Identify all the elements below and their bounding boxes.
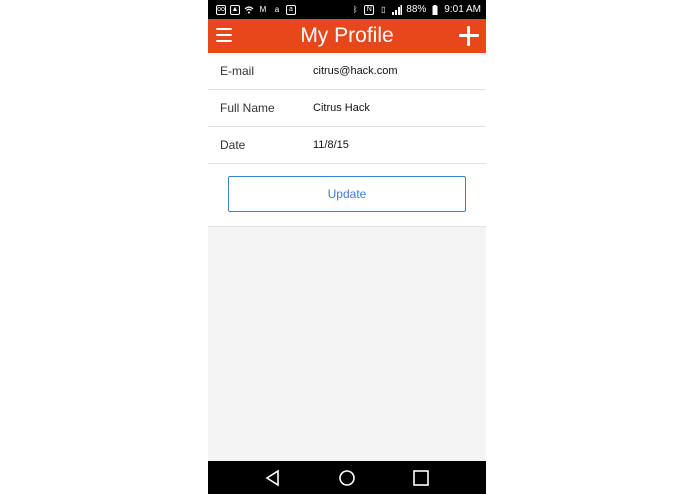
signal-icon: [392, 4, 403, 15]
back-icon[interactable]: [264, 469, 282, 487]
app-bar: My Profile: [208, 19, 486, 53]
status-right: ᛒ N ▯ 88% 9:01 AM: [350, 4, 481, 15]
update-button-row: Update: [208, 164, 486, 227]
phone-screen: oo ▲ M a a ᛒ N ▯ 88% 9:01 AM My Profile …: [208, 0, 486, 494]
bluetooth-icon: ᛒ: [352, 4, 358, 14]
profile-list: E-mail citrus@hack.com Full Name Citrus …: [208, 53, 486, 227]
email-label: E-mail: [220, 64, 255, 78]
profile-row-full-name: Full Name Citrus Hack: [208, 90, 486, 127]
full-name-value: Citrus Hack: [313, 102, 370, 114]
profile-row-email: E-mail citrus@hack.com: [208, 53, 486, 90]
date-label: Date: [220, 138, 246, 152]
amazon-box-icon: a: [286, 4, 296, 15]
recents-icon[interactable]: [412, 469, 430, 487]
navigation-bar: [208, 461, 486, 494]
amazon-icon: a: [274, 4, 280, 14]
wifi-icon: [244, 5, 254, 15]
voicemail-icon: oo: [216, 4, 226, 15]
battery-percent: 88%: [406, 4, 427, 15]
full-name-label: Full Name: [220, 101, 275, 115]
home-icon[interactable]: [338, 469, 356, 487]
battery-icon: [430, 4, 440, 15]
profile-row-date: Date 11/8/15: [208, 127, 486, 164]
vibrate-icon: ▯: [381, 4, 386, 14]
page-title: My Profile: [300, 24, 394, 47]
menu-icon[interactable]: [216, 28, 232, 44]
nfc-icon: N: [364, 4, 375, 15]
status-time: 9:01 AM: [444, 4, 481, 15]
email-value: citrus@hack.com: [313, 65, 398, 77]
update-button[interactable]: Update: [228, 176, 466, 212]
gmail-icon: M: [259, 4, 267, 14]
add-icon[interactable]: [459, 26, 479, 46]
status-left: oo ▲ M a a: [216, 4, 296, 15]
date-value: 11/8/15: [313, 139, 349, 151]
status-bar: oo ▲ M a a ᛒ N ▯ 88% 9:01 AM: [208, 0, 486, 19]
image-icon: ▲: [230, 4, 240, 15]
